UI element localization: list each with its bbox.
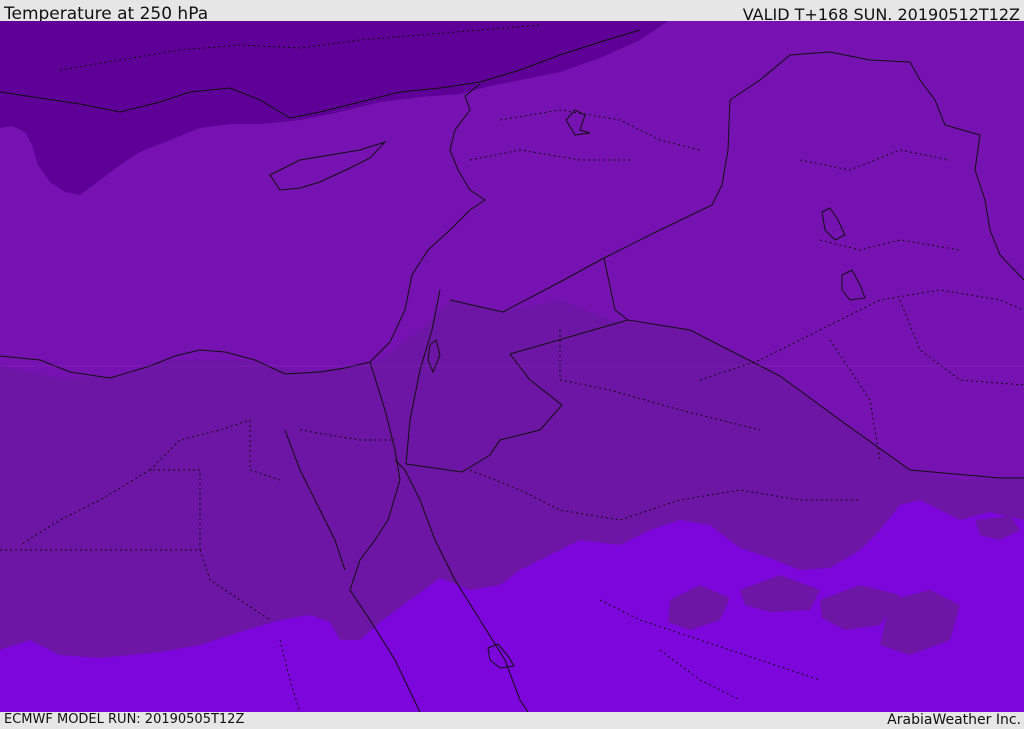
model-run-label: ECMWF MODEL RUN: 20190505T12Z: [4, 712, 245, 727]
credit-label: ArabiaWeather Inc.: [887, 712, 1021, 728]
map-frame: Temperature at 250 hPa VALID T+168 SUN. …: [0, 0, 1024, 729]
temperature-map: [0, 21, 1024, 712]
